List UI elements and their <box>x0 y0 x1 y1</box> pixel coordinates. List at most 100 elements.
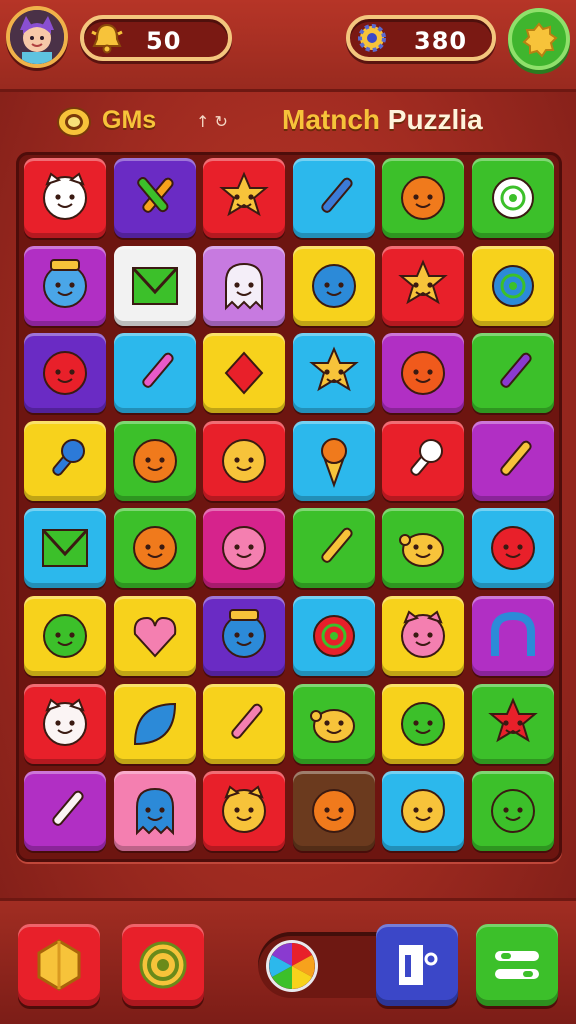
blue-arch-icon <box>490 611 535 656</box>
puzzle-tile[interactable] <box>24 771 106 852</box>
crossed-tools-icon <box>136 177 174 213</box>
puzzle-tile[interactable] <box>471 683 554 764</box>
puzzle-tile[interactable] <box>471 333 554 414</box>
blue-robot-icon <box>222 609 266 658</box>
white-bear-icon <box>43 698 87 746</box>
color-wheel-icon[interactable] <box>266 940 318 992</box>
puzzle-tile[interactable] <box>113 683 196 764</box>
puzzle-tile[interactable] <box>113 596 196 676</box>
menu-icon <box>495 951 539 979</box>
puzzle-tile[interactable] <box>292 596 375 676</box>
puzzle-tile[interactable] <box>113 420 196 501</box>
yellow-star-icon <box>308 346 359 392</box>
star-face-icon <box>398 259 448 304</box>
puzzle-tile[interactable] <box>203 158 285 238</box>
red-creature-icon <box>43 351 87 396</box>
spiral-button[interactable] <box>122 924 204 1006</box>
blue-ghost-icon <box>135 788 174 836</box>
title-arrows: ↑ ↻ <box>196 112 228 131</box>
candy-swirl-icon <box>491 177 534 219</box>
game-title-word2: Puzzlia <box>387 104 483 135</box>
bell-counter: 50 <box>80 15 232 61</box>
puzzle-tile[interactable] <box>292 333 375 414</box>
puzzle-tile[interactable] <box>113 333 196 414</box>
smiley-badge-icon <box>57 107 91 137</box>
orange-face-icon <box>401 176 445 220</box>
game-title: Matnch Puzzlia <box>282 104 483 136</box>
puzzle-tile[interactable] <box>24 596 106 676</box>
puzzle-tile[interactable] <box>382 420 464 501</box>
puzzle-tile[interactable] <box>24 683 106 764</box>
puzzle-tile[interactable] <box>113 158 196 238</box>
puzzle-tile[interactable] <box>292 683 375 764</box>
puzzle-tile[interactable] <box>471 420 554 501</box>
puzzle-tile[interactable] <box>24 158 106 238</box>
puzzle-tile[interactable] <box>382 508 464 589</box>
player-avatar[interactable] <box>6 6 68 68</box>
puzzle-tile[interactable] <box>113 245 196 326</box>
yellow-blob-icon <box>401 789 445 834</box>
puzzle-tile[interactable] <box>471 596 554 676</box>
fence-icon <box>41 529 89 568</box>
door-icon <box>399 945 438 985</box>
puzzle-tile[interactable] <box>382 683 464 764</box>
puzzle-tile[interactable] <box>113 771 196 852</box>
menu-button[interactable] <box>476 924 558 1006</box>
puzzle-tile[interactable] <box>203 420 285 501</box>
puzzle-tile[interactable] <box>292 508 375 589</box>
puzzle-tile[interactable] <box>382 771 464 852</box>
white-bone-icon <box>52 790 84 827</box>
game-title-word1: Matnch <box>282 104 380 135</box>
bell-icon <box>91 23 123 54</box>
flag-banner-icon <box>131 266 178 305</box>
red-face-icon <box>490 526 535 571</box>
puzzle-tile[interactable] <box>382 245 464 326</box>
sun-face-icon <box>219 171 269 217</box>
puzzle-tile[interactable] <box>292 158 375 238</box>
pencil-icon <box>499 440 532 476</box>
hexagon-button[interactable] <box>18 924 100 1006</box>
yellow-face-icon <box>222 438 266 483</box>
pink-bear-icon <box>401 610 445 658</box>
lemon-icon <box>399 533 444 568</box>
puzzle-tile[interactable] <box>382 333 464 414</box>
pink-heart-icon <box>133 616 176 658</box>
ghost-icon <box>225 262 263 311</box>
puzzle-tile[interactable] <box>203 596 285 676</box>
puzzle-tile[interactable] <box>382 158 464 238</box>
puzzle-tile[interactable] <box>203 771 285 852</box>
blue-leaf-icon <box>133 702 176 745</box>
yellow-fish-icon <box>309 708 355 743</box>
puzzle-tile[interactable] <box>24 245 106 326</box>
blue-flower-icon <box>491 264 534 307</box>
puzzle-tile[interactable] <box>292 420 375 501</box>
puzzle-tile[interactable] <box>24 508 106 589</box>
ice-cream-icon <box>320 437 347 488</box>
yellow-cat-icon <box>222 785 266 834</box>
puzzle-tile[interactable] <box>203 245 285 326</box>
brand-label: GMs <box>102 106 157 134</box>
puzzle-tile[interactable] <box>382 596 464 676</box>
puzzle-tile[interactable] <box>203 508 285 589</box>
title-row: GMs ↑ ↻ Matnch Puzzlia <box>0 96 576 152</box>
color-wheel-graphic <box>269 943 315 989</box>
puzzle-tile[interactable] <box>292 245 375 326</box>
puzzle-tile[interactable] <box>471 771 554 852</box>
puzzle-tile[interactable] <box>24 333 106 414</box>
puzzle-tile[interactable] <box>203 333 285 414</box>
settings-button[interactable] <box>508 8 570 70</box>
hexagon-icon <box>37 939 81 991</box>
green-frog-icon <box>43 614 87 658</box>
green-blob-icon <box>401 701 445 746</box>
puzzle-tile[interactable] <box>471 158 554 238</box>
puzzle-tile[interactable] <box>292 771 375 852</box>
pink-crayon-icon <box>231 703 263 739</box>
orange-stick-icon <box>311 789 356 834</box>
puzzle-tile[interactable] <box>113 508 196 589</box>
puzzle-tile[interactable] <box>471 245 554 326</box>
spiral-icon <box>139 941 187 989</box>
exit-button[interactable] <box>376 924 458 1006</box>
puzzle-tile[interactable] <box>24 420 106 501</box>
puzzle-tile[interactable] <box>203 683 285 764</box>
puzzle-tile[interactable] <box>471 508 554 589</box>
